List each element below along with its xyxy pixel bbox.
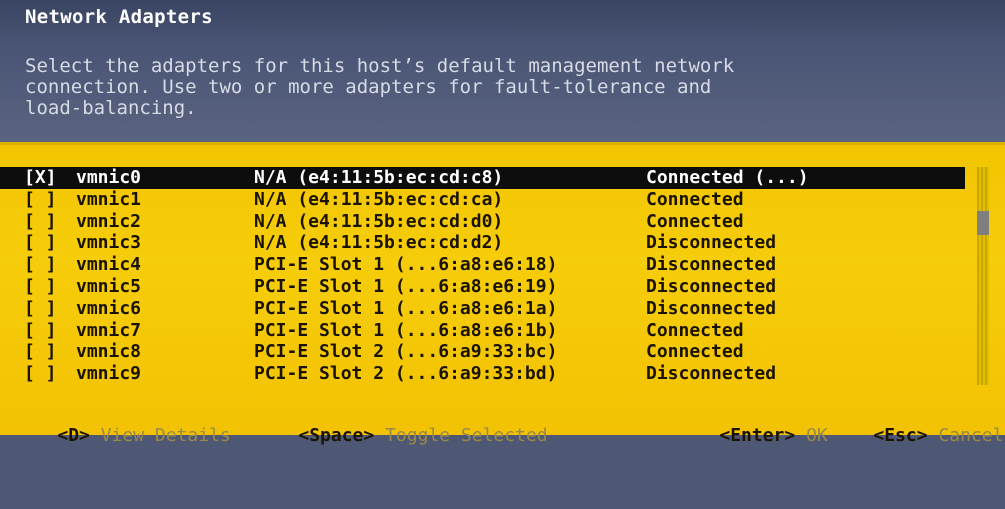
adapter-checkbox[interactable]: [ ] (24, 211, 57, 232)
adapter-row-vmnic8[interactable]: [ ] vmnic8 PCI-E Slot 2 (...6:a9:33:bc) … (0, 341, 980, 363)
adapter-status: Connected (646, 319, 744, 341)
adapter-name: vmnic8 (76, 341, 142, 363)
toggle-label: Toggle Selected (385, 425, 548, 446)
adapter-checkbox[interactable]: [ ] (24, 298, 57, 319)
adapter-name: vmnic3 (76, 232, 142, 254)
adapter-row-vmnic1[interactable]: [ ] vmnic1 N/A (e4:11:5b:ec:cd:ca) Conne… (0, 189, 980, 211)
adapter-device: PCI-E Slot 1 (...6:a8:e6:1b) (254, 319, 558, 341)
adapter-device: N/A (e4:11:5b:ec:cd:ca) (254, 188, 504, 210)
toggle-key: <Space> (298, 425, 375, 446)
adapter-checkbox[interactable]: [ ] (24, 341, 57, 362)
adapter-device: N/A (e4:11:5b:ec:cd:d0) (254, 210, 504, 232)
adapter-device: N/A (e4:11:5b:ec:cd:c8) (254, 167, 504, 188)
adapter-checkbox[interactable]: [ ] (24, 254, 57, 275)
adapter-list: [X] vmnic0 N/A (e4:11:5b:ec:cd:c8) Conne… (0, 167, 980, 385)
adapter-name: vmnic1 (76, 188, 142, 210)
dialog-description: Select the adapters for this host’s defa… (25, 55, 735, 119)
adapter-status: Connected (...) (646, 167, 809, 188)
view-details-key: <D> (57, 425, 90, 446)
adapter-status: Connected (646, 188, 744, 210)
adapter-row-vmnic7[interactable]: [ ] vmnic7 PCI-E Slot 1 (...6:a8:e6:1b) … (0, 320, 980, 342)
adapter-name: vmnic2 (76, 210, 142, 232)
adapter-checkbox[interactable]: [ ] (24, 232, 57, 253)
view-details-hint[interactable]: <D> View Details (14, 404, 231, 467)
adapter-device: PCI-E Slot 1 (...6:a8:e6:19) (254, 275, 558, 297)
dialog-title: Network Adapters (25, 6, 213, 28)
adapter-status: Connected (646, 341, 744, 363)
adapter-name: vmnic9 (76, 363, 142, 385)
adapter-name: vmnic4 (76, 254, 142, 276)
adapter-device: PCI-E Slot 1 (...6:a8:e6:18) (254, 254, 558, 276)
adapter-status: Disconnected (646, 254, 777, 276)
adapter-name: vmnic6 (76, 297, 142, 319)
adapter-name: vmnic5 (76, 275, 142, 297)
divider (0, 142, 1005, 145)
adapter-status: Disconnected (646, 275, 777, 297)
dialog-header: Network Adapters Select the adapters for… (0, 0, 1005, 142)
adapter-checkbox[interactable]: [ ] (24, 276, 57, 297)
adapter-checkbox[interactable]: [ ] (24, 320, 57, 341)
adapter-row-vmnic2[interactable]: [ ] vmnic2 N/A (e4:11:5b:ec:cd:d0) Conne… (0, 211, 980, 233)
ok-key: <Enter> (719, 425, 796, 446)
adapter-device: PCI-E Slot 1 (...6:a8:e6:1a) (254, 297, 558, 319)
adapter-status: Disconnected (646, 232, 777, 254)
ok-hint[interactable]: <Enter> OK (676, 404, 828, 467)
adapter-device: PCI-E Slot 2 (...6:a9:33:bc) (254, 341, 558, 363)
adapter-status: Connected (646, 210, 744, 232)
cancel-hint[interactable]: <Esc> Cancel (830, 404, 1003, 467)
adapter-name: vmnic7 (76, 319, 142, 341)
list-scrollbar[interactable] (977, 167, 989, 385)
cancel-key: <Esc> (873, 425, 928, 446)
adapter-checkbox[interactable]: [ ] (24, 189, 57, 210)
adapter-checkbox[interactable]: [X] (24, 167, 57, 188)
scrollbar-thumb[interactable] (977, 211, 989, 235)
adapter-checkbox[interactable]: [ ] (24, 363, 57, 384)
cancel-label: Cancel (938, 425, 1004, 446)
toggle-selected-hint[interactable]: <Space> Toggle Selected (255, 404, 548, 467)
adapter-device: N/A (e4:11:5b:ec:cd:d2) (254, 232, 504, 254)
adapter-row-vmnic4[interactable]: [ ] vmnic4 PCI-E Slot 1 (...6:a8:e6:18) … (0, 254, 980, 276)
adapter-row-vmnic9[interactable]: [ ] vmnic9 PCI-E Slot 2 (...6:a9:33:bd) … (0, 363, 980, 385)
adapter-device: PCI-E Slot 2 (...6:a9:33:bd) (254, 363, 558, 385)
adapter-status: Disconnected (646, 297, 777, 319)
adapter-row-vmnic6[interactable]: [ ] vmnic6 PCI-E Slot 1 (...6:a8:e6:1a) … (0, 298, 980, 320)
key-hint-bar: <D> View Details <Space> Toggle Selected… (0, 404, 1005, 446)
adapter-row-vmnic0[interactable]: [X] vmnic0 N/A (e4:11:5b:ec:cd:c8) Conne… (0, 167, 965, 189)
view-details-label: View Details (100, 425, 231, 446)
adapter-status: Disconnected (646, 363, 777, 385)
adapter-name: vmnic0 (76, 167, 142, 188)
ok-label: OK (806, 425, 828, 446)
adapter-row-vmnic5[interactable]: [ ] vmnic5 PCI-E Slot 1 (...6:a8:e6:19) … (0, 276, 980, 298)
adapter-row-vmnic3[interactable]: [ ] vmnic3 N/A (e4:11:5b:ec:cd:d2) Disco… (0, 232, 980, 254)
